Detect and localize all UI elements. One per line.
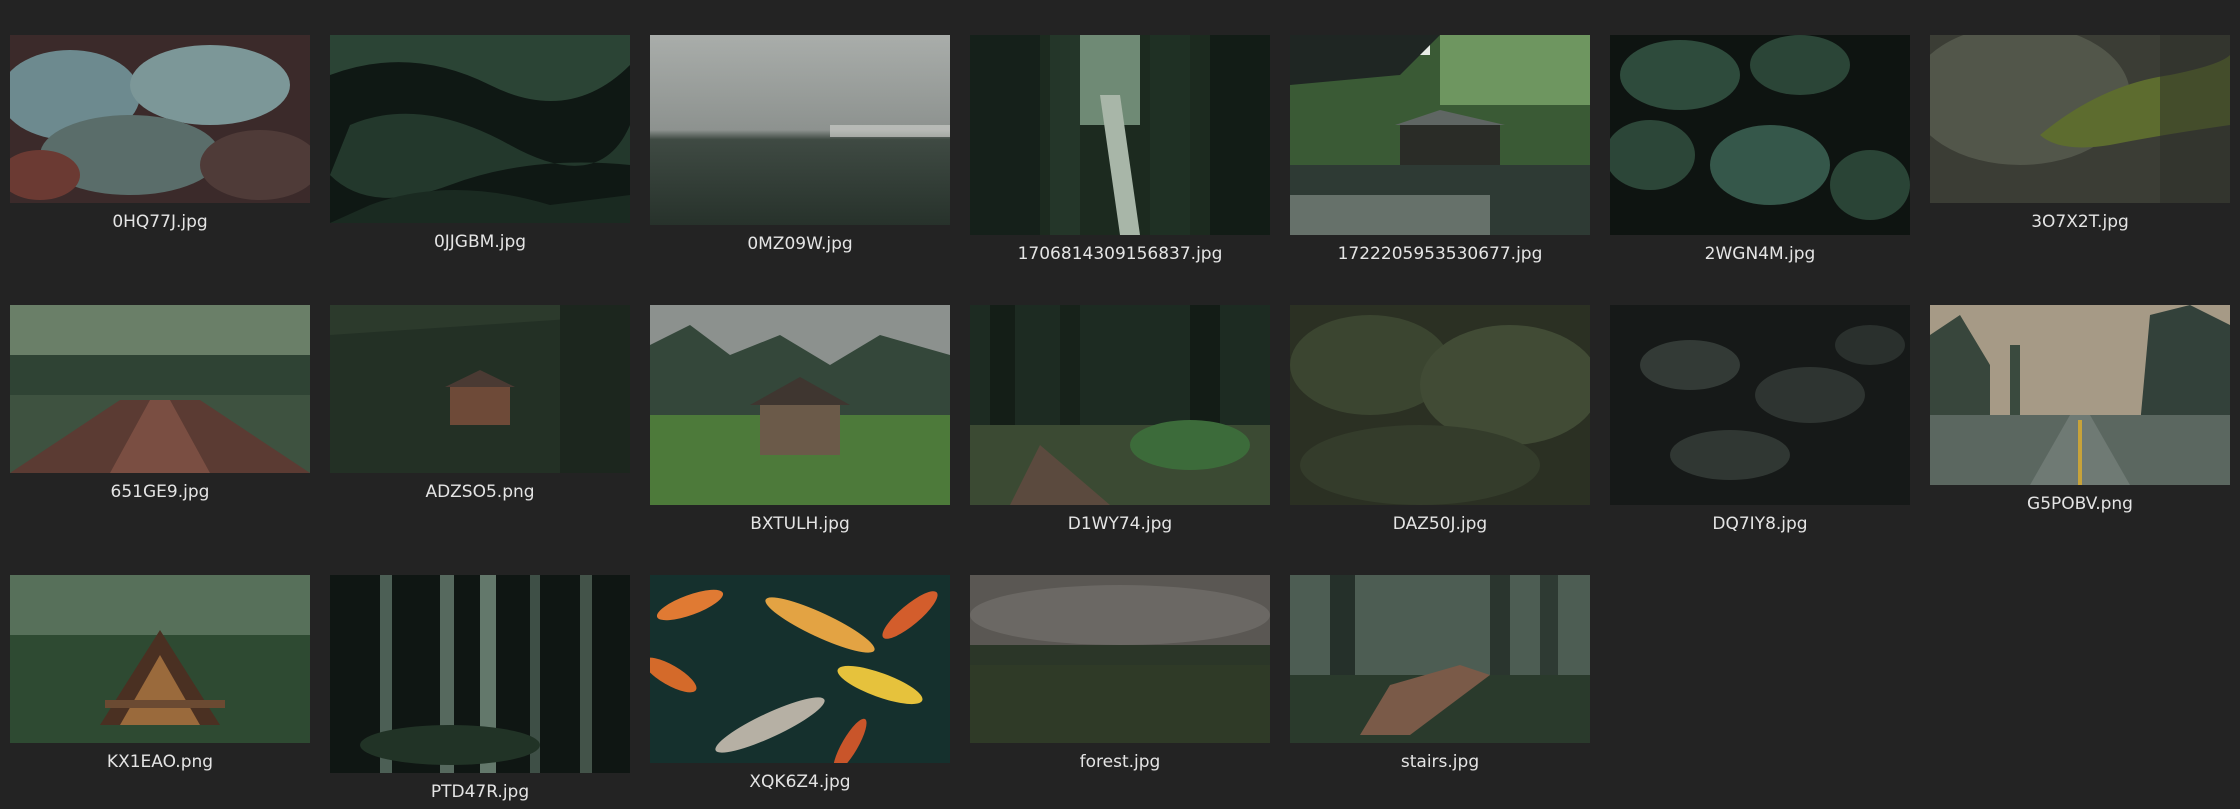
image-thumbnail-icon (1290, 35, 1590, 235)
image-thumbnail-icon (330, 305, 630, 473)
image-thumbnail-icon (970, 305, 1270, 505)
file-name: D1WY74.jpg (1067, 514, 1173, 534)
image-thumbnail-icon (1930, 305, 2230, 485)
file-name: G5POBV.png (2027, 494, 2133, 514)
file-name: 2WGN4M.jpg (1704, 244, 1816, 264)
file-grid: 0HQ77J.jpg 0JJGBM.jpg 0MZ09W.jpg 1706814… (0, 0, 2240, 809)
file-name: 651GE9.jpg (110, 482, 210, 502)
file-name: BXTULH.jpg (750, 514, 850, 534)
image-thumbnail-icon (330, 35, 630, 223)
image-thumbnail-icon (650, 35, 950, 225)
file-name: 1722205953530677.jpg (1337, 244, 1543, 264)
file-name: ADZSO5.png (425, 482, 535, 502)
file-name: DAZ50J.jpg (1392, 514, 1488, 534)
file-name: DQ7IY8.jpg (1712, 514, 1808, 534)
file-name: 0JJGBM.jpg (433, 232, 527, 252)
file-name: 1706814309156837.jpg (1017, 244, 1223, 264)
file-name: XQK6Z4.jpg (749, 772, 851, 792)
image-thumbnail-icon (1290, 575, 1590, 743)
image-thumbnail-icon (1610, 305, 1910, 505)
file-name: KX1EAO.png (106, 752, 214, 772)
image-thumbnail-icon (650, 305, 950, 505)
image-thumbnail-icon (1610, 35, 1910, 235)
file-name: stairs.jpg (1400, 752, 1480, 772)
image-thumbnail-icon (970, 35, 1270, 235)
image-thumbnail-icon (1930, 35, 2230, 203)
image-thumbnail-icon (10, 575, 310, 743)
file-name: 0HQ77J.jpg (112, 212, 208, 232)
image-thumbnail-icon (10, 305, 310, 473)
image-thumbnail-icon (970, 575, 1270, 743)
image-thumbnail-icon (10, 35, 310, 203)
image-thumbnail-icon (650, 575, 950, 763)
file-name: forest.jpg (1079, 752, 1161, 772)
file-name: 3O7X2T.jpg (2031, 212, 2129, 232)
file-name: PTD47R.jpg (430, 782, 530, 802)
image-thumbnail-icon (330, 575, 630, 773)
file-name: 0MZ09W.jpg (747, 234, 853, 254)
image-thumbnail-icon (1290, 305, 1590, 505)
